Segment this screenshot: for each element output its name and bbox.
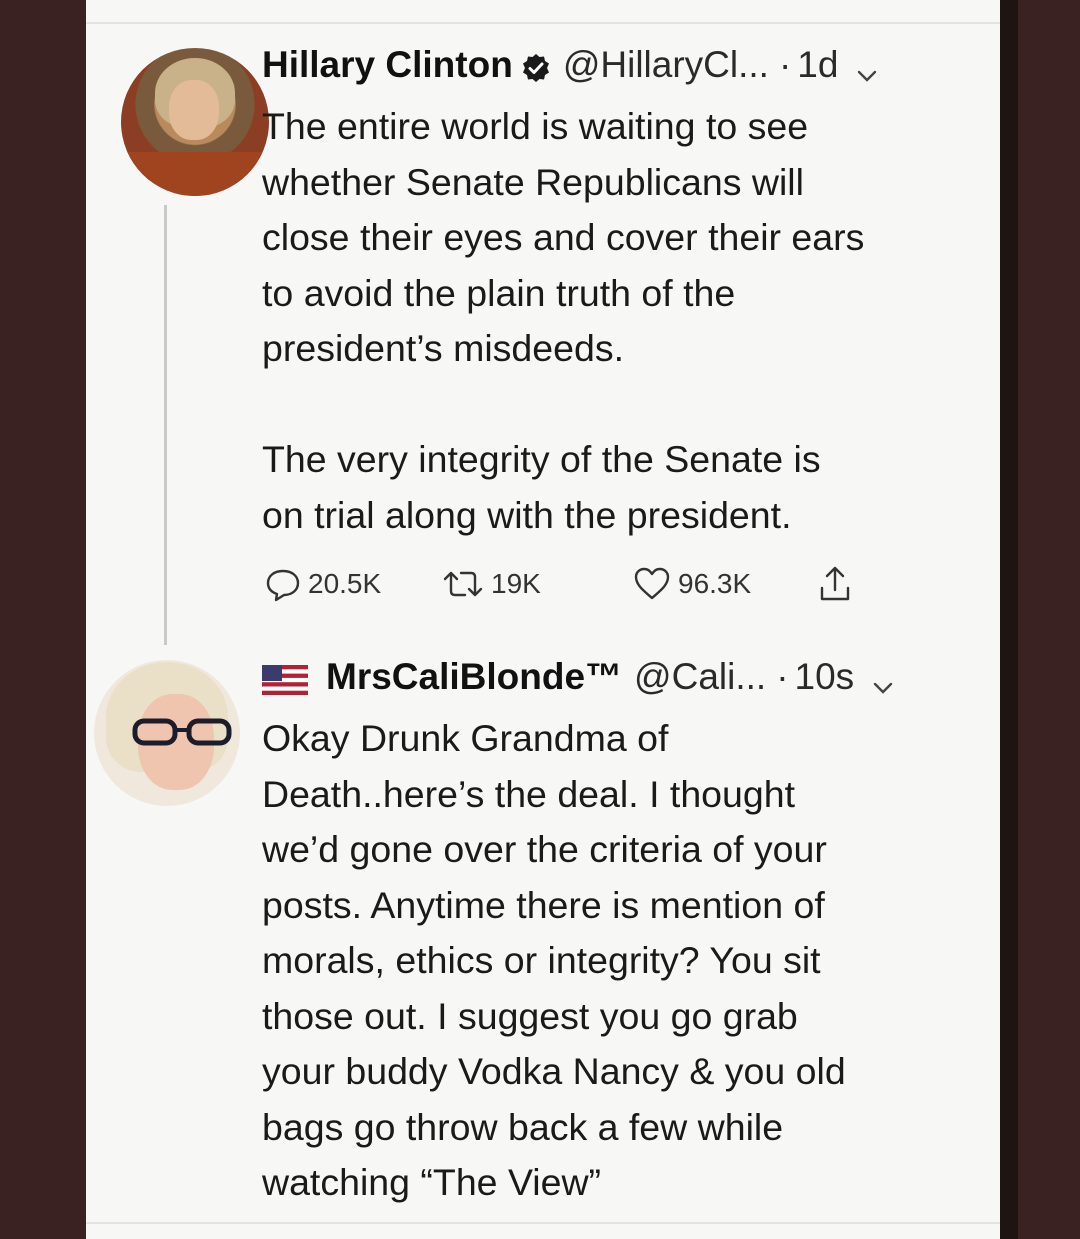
divider — [86, 1222, 1000, 1224]
verified-icon — [521, 50, 551, 82]
reply-count: 20.5K — [308, 568, 382, 599]
separator-dot: · — [776, 656, 789, 697]
retweet-icon — [443, 571, 483, 597]
tweet-thread-card: Hillary Clinton @HillaryCl... · 1d The e… — [86, 0, 1000, 1239]
avatar[interactable] — [94, 660, 240, 806]
thread-connector-line — [164, 205, 167, 645]
timestamp[interactable]: 10s — [795, 656, 855, 698]
avatar[interactable] — [121, 48, 269, 196]
chevron-down-icon[interactable] — [856, 54, 878, 82]
tweet-text: Okay Drunk Grandma of Death..here’s the … — [262, 717, 846, 1203]
divider — [86, 22, 1000, 24]
author-name[interactable]: MrsCaliBlonde™ — [326, 656, 622, 698]
chevron-down-icon[interactable] — [872, 666, 894, 694]
timestamp[interactable]: 1d — [797, 44, 838, 86]
author-handle[interactable]: @HillaryCl... — [563, 44, 769, 86]
like-count: 96.3K — [678, 568, 752, 599]
tweet-header: Hillary Clinton @HillaryCl... · 1d — [262, 44, 878, 86]
share-icon — [820, 566, 850, 601]
reply-icon — [266, 569, 300, 602]
background-edge — [1000, 0, 1018, 1239]
like-button[interactable]: 96.3K — [632, 562, 751, 606]
author-name[interactable]: Hillary Clinton — [262, 44, 513, 86]
reply-button[interactable]: 20.5K — [264, 562, 381, 606]
retweet-count: 19K — [491, 568, 541, 599]
retweet-button[interactable]: 19K — [441, 562, 541, 606]
share-button[interactable] — [817, 562, 859, 606]
like-icon — [634, 567, 670, 600]
separator-dot: · — [778, 44, 792, 85]
us-flag-icon — [262, 662, 308, 695]
tweet-text: The entire world is waiting to see wheth… — [262, 105, 865, 536]
author-handle[interactable]: @Cali... — [634, 656, 766, 698]
tweet-header: MrsCaliBlonde™ @Cali... · 10s — [262, 656, 894, 698]
